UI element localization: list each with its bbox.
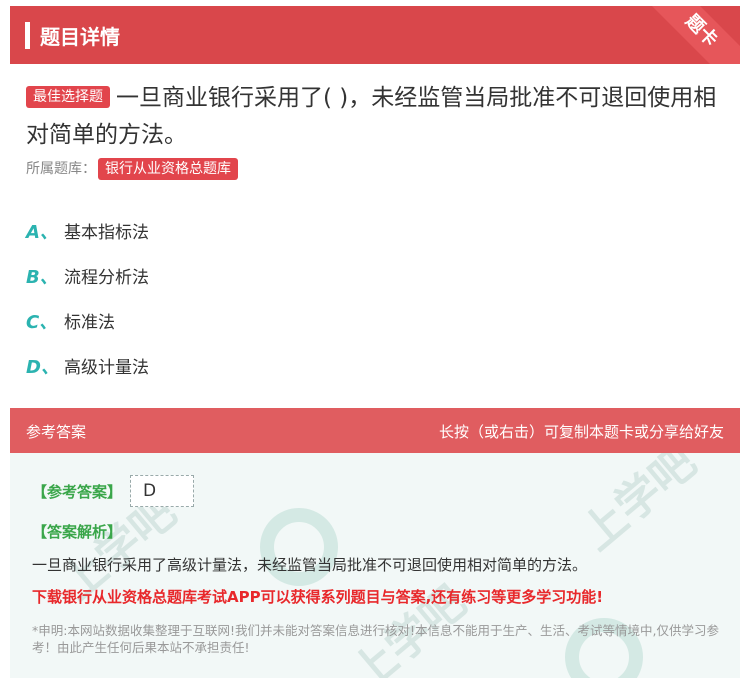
share-hint: 长按（或右击）可复制本题卡或分享给好友 — [438, 423, 724, 441]
question-text: 一旦商业银行采用了( )，未经监管当局批准不可退回使用相对简单的方法。 — [26, 85, 717, 148]
answer-section-title: 参考答案 — [26, 423, 87, 441]
option-letter: D、 — [26, 356, 59, 378]
option-letter: A、 — [26, 221, 58, 243]
question-type-tag: 最佳选择题 — [26, 86, 110, 108]
option-list: A、 基本指标法 B、 流程分析法 C、 标准法 D、 高级计量法 — [26, 208, 149, 388]
answer-label: 【参考答案】 — [32, 483, 123, 501]
option-text: 基本指标法 — [64, 223, 149, 243]
answer-value: D — [130, 475, 194, 507]
option-letter: C、 — [26, 311, 58, 333]
detail-header: 题目详情 题卡 — [10, 6, 740, 64]
option-text: 流程分析法 — [64, 268, 149, 288]
disclaimer-text: *申明:本网站数据收集整理于互联网!我们并未能对答案信息进行核对!本信息不能用于… — [32, 623, 719, 655]
card-ribbon: 题卡 — [635, 6, 740, 64]
option-d[interactable]: D、 高级计量法 — [26, 343, 149, 388]
explanation-label: 【答案解析】 — [32, 523, 123, 541]
option-letter: B、 — [26, 266, 58, 288]
option-text: 标准法 — [64, 313, 115, 333]
page-title: 题目详情 — [40, 25, 120, 49]
header-accent-bar — [25, 22, 30, 49]
bank-label: 所属题库： — [26, 161, 96, 177]
bank-tag[interactable]: 银行从业资格总题库 — [98, 158, 238, 180]
option-text: 高级计量法 — [64, 358, 149, 378]
question-bank-info: 所属题库： 银行从业资格总题库 — [26, 158, 244, 180]
explanation-text: 一旦商业银行采用了高级计量法，未经监管当局批准不可退回使用相对简单的方法。 — [32, 556, 588, 574]
question-block: 最佳选择题 一旦商业银行采用了( )，未经监管当局批准不可退回使用相对简单的方法。 — [26, 80, 726, 154]
option-a[interactable]: A、 基本指标法 — [26, 208, 149, 253]
app-download-link[interactable]: 下载银行从业资格总题库考试APP可以获得系列题目与答案,还有练习等更多学习功能! — [32, 586, 603, 607]
watermark-icon: 上学吧 — [571, 453, 706, 561]
answer-body: 上学吧 上学吧 上学吧 【参考答案】 D 【答案解析】 一旦商业银行采用了高级计… — [10, 453, 740, 678]
option-c[interactable]: C、 标准法 — [26, 298, 149, 343]
answer-header: 参考答案 长按（或右击）可复制本题卡或分享给好友 — [10, 408, 740, 453]
option-b[interactable]: B、 流程分析法 — [26, 253, 149, 298]
